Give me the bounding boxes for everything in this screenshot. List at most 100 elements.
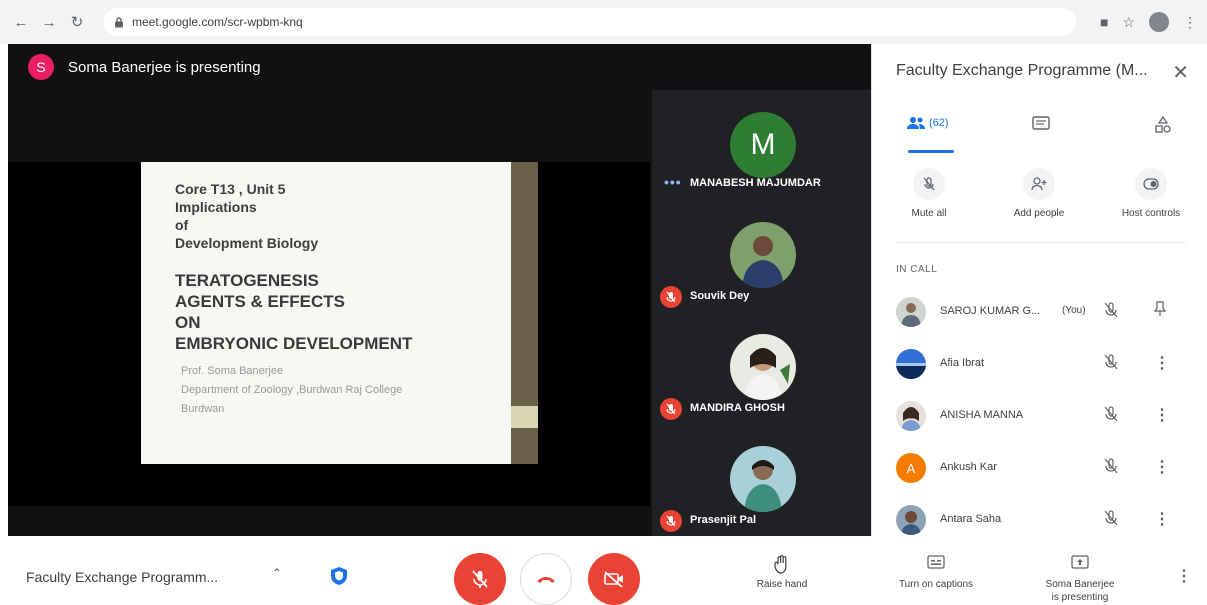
mic-off-icon [913, 168, 945, 200]
presenting-label-1: Soma Banerjee [1045, 579, 1115, 590]
presenting-label-2: is presenting [1051, 592, 1109, 603]
slide-credit: Prof. Soma Banerjee [181, 365, 284, 377]
camera-indicator-icon[interactable]: ■ [1100, 14, 1108, 30]
participant-name: MANDIRA GHOSH [690, 402, 785, 414]
mic-off-icon[interactable] [1104, 510, 1118, 531]
participant-photo [896, 297, 926, 327]
people-panel: Faculty Exchange Programme (M... ✕ (62) … [871, 44, 1207, 536]
host-controls-button[interactable]: Host controls [1106, 168, 1196, 219]
list-item[interactable]: SAROJ KUMAR G... (You) [872, 292, 1207, 332]
mic-off-icon[interactable] [1104, 458, 1118, 479]
camera-off-icon [604, 571, 623, 588]
slide-headline: ON [175, 313, 201, 332]
presentation-slide: Core T13 , Unit 5 Implications of Develo… [141, 162, 514, 464]
profile-avatar[interactable] [1149, 12, 1169, 32]
participant-photo [730, 222, 796, 288]
more-options-icon[interactable]: ⋮ [1176, 566, 1192, 586]
meeting-controls-bar: Faculty Exchange Programm... ⌃ Raise han… [0, 536, 1207, 605]
present-screen-icon [1030, 554, 1130, 574]
shield-icon[interactable] [330, 566, 348, 591]
slide-credit: Department of Zoology ,Burdwan Raj Colle… [181, 384, 403, 396]
slide-headline: EMBRYONIC DEVELOPMENT [175, 334, 413, 353]
list-item[interactable]: A Ankush Kar ⋮ [872, 448, 1207, 488]
mic-off-icon[interactable] [1104, 354, 1118, 375]
activities-icon [1155, 116, 1171, 133]
action-label: Host controls [1121, 208, 1181, 219]
more-options-icon[interactable]: ⋮ [1154, 353, 1170, 373]
panel-actions: Mute all Add people Host controls [872, 168, 1207, 238]
slide-line: Development Biology [175, 235, 319, 251]
mic-off-icon [472, 570, 488, 588]
microphone-toggle-button[interactable] [454, 553, 506, 605]
slide-side-strip [511, 162, 538, 464]
people-count: (62) [929, 117, 949, 129]
action-label: Add people [1013, 208, 1065, 219]
presenting-text: Soma Banerjee is presenting [68, 58, 261, 76]
participant-tile[interactable]: Souvik Dey [652, 198, 871, 310]
address-bar[interactable]: meet.google.com/scr-wpbm-knq [104, 8, 1076, 36]
tab-people[interactable]: (62) [906, 116, 949, 130]
url-text: meet.google.com/scr-wpbm-knq [132, 15, 303, 29]
list-item[interactable]: Afia Ibrat ⋮ [872, 344, 1207, 384]
section-label: IN CALL [896, 264, 938, 275]
captions-button[interactable]: Turn on captions [878, 554, 994, 591]
participant-name: ANISHA MANNA [940, 409, 1024, 421]
more-options-icon[interactable]: ⋮ [1154, 509, 1170, 529]
present-now-button[interactable]: Soma Banerjee is presenting [1030, 554, 1130, 604]
forward-icon[interactable]: → [38, 11, 60, 33]
mic-off-icon [660, 510, 682, 532]
mic-off-icon [660, 398, 682, 420]
participant-photo [896, 349, 926, 379]
add-people-button[interactable]: Add people [994, 168, 1084, 219]
raise-hand-label: Raise hand [756, 579, 808, 590]
chat-icon [1032, 116, 1050, 130]
participant-name: Afia Ibrat [940, 357, 985, 369]
participant-tile[interactable]: M ••• MANABESH MAJUMDAR [652, 90, 871, 198]
pin-icon[interactable] [1153, 301, 1167, 322]
more-options-icon[interactable]: ⋮ [1154, 457, 1170, 477]
back-icon[interactable]: ← [10, 11, 32, 33]
add-person-icon [1023, 168, 1055, 200]
captions-label: Turn on captions [898, 579, 974, 590]
list-item[interactable]: Antara Saha ⋮ [872, 500, 1207, 536]
leave-call-button[interactable] [520, 553, 572, 605]
people-icon [907, 117, 925, 129]
slide-headline: AGENTS & EFFECTS [175, 292, 346, 311]
host-controls-icon [1135, 168, 1167, 200]
slide-credit: Burdwan [181, 403, 225, 415]
participant-avatar: M [730, 112, 796, 178]
reload-icon[interactable]: ↻ [66, 11, 88, 33]
slide-line: Core T13 , Unit 5 [175, 181, 286, 197]
participant-name: Antara Saha [940, 513, 1002, 525]
speaking-dots-icon: ••• [664, 174, 682, 190]
close-icon[interactable]: ✕ [1172, 60, 1189, 85]
camera-toggle-button[interactable] [588, 553, 640, 605]
more-options-icon[interactable]: ⋮ [1154, 405, 1170, 425]
participant-photo [730, 334, 796, 400]
lock-icon [115, 16, 123, 27]
presentation-area: Core T13 , Unit 5 Implications of Develo… [8, 162, 650, 506]
mic-off-icon[interactable] [1104, 406, 1118, 427]
participant-photo [896, 505, 926, 535]
chevron-up-icon[interactable]: ⌃ [272, 566, 282, 580]
meeting-title[interactable]: Faculty Exchange Programm... [26, 569, 218, 585]
slide-line: Implications [175, 199, 257, 215]
tab-activities[interactable] [1154, 116, 1172, 134]
mute-all-button[interactable]: Mute all [884, 168, 974, 219]
tab-chat[interactable] [1032, 116, 1050, 132]
participant-name: Souvik Dey [690, 290, 750, 302]
participant-tile[interactable]: MANDIRA GHOSH [652, 310, 871, 422]
mic-off-icon [660, 286, 682, 308]
slide-line: of [175, 217, 189, 233]
browser-menu-icon[interactable]: ⋮ [1183, 14, 1197, 31]
raise-hand-button[interactable]: Raise hand [752, 554, 812, 591]
participant-tile[interactable]: Prasenjit Pal [652, 422, 871, 534]
star-icon[interactable]: ☆ [1122, 14, 1135, 31]
participant-photo [730, 446, 796, 512]
participant-avatar: A [896, 453, 926, 483]
mic-off-icon[interactable] [1104, 302, 1118, 323]
presenting-banner: S Soma Banerjee is presenting [8, 44, 871, 90]
participant-name: SAROJ KUMAR G... [940, 305, 1041, 317]
list-item[interactable]: ANISHA MANNA ⋮ [872, 396, 1207, 436]
panel-tabs: (62) [872, 110, 1207, 156]
